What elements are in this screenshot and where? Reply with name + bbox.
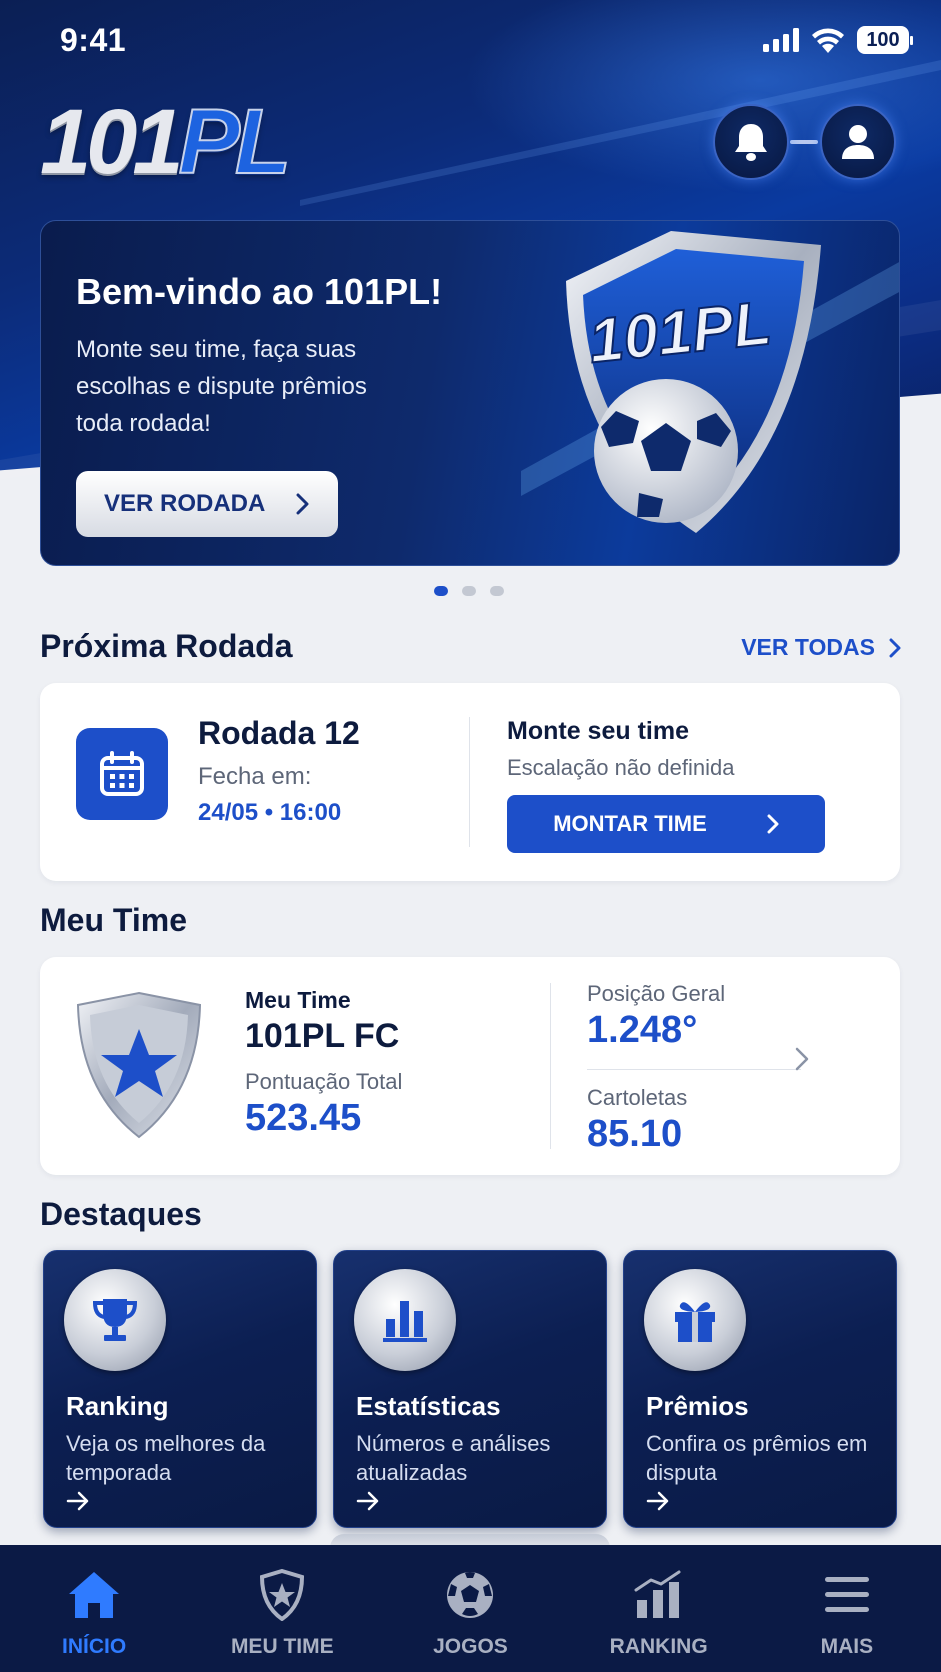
nav-item-ranking[interactable]: RANKING xyxy=(565,1545,753,1672)
team-name: 101PL FC xyxy=(245,1017,400,1055)
calendar-tile xyxy=(76,728,168,820)
nav-label: JOGOS xyxy=(433,1635,508,1658)
view-round-label: VER RODADA xyxy=(104,490,266,517)
banner-title: Bem-vindo ao 101PL! xyxy=(76,271,443,312)
carousel-dot-1[interactable] xyxy=(434,586,448,596)
nav-label: INÍCIO xyxy=(62,1635,127,1658)
my-team-title: Meu Time xyxy=(40,902,187,938)
coins-label: Cartoletas xyxy=(587,1085,688,1110)
coins-value: 85.10 xyxy=(587,1113,683,1155)
build-team-button[interactable]: MONTAR TIME xyxy=(507,795,825,853)
highlight-title: Estatísticas xyxy=(356,1391,501,1421)
bell-icon xyxy=(735,124,767,161)
carousel-dots[interactable] xyxy=(434,586,504,596)
lineup-status: Escalação não definida xyxy=(507,755,735,780)
notifications-button[interactable] xyxy=(713,104,789,180)
view-round-button[interactable]: VER RODADA xyxy=(76,471,338,537)
nav-label: RANKING xyxy=(609,1635,708,1658)
ranking-chart-icon xyxy=(631,1567,687,1623)
bottom-navigation: INÍCIO MEU TIME JOGOS RANKING MAIS xyxy=(0,1545,941,1672)
wifi-icon xyxy=(812,28,844,53)
status-bar: 9:41 100 xyxy=(0,0,941,84)
chevron-right-icon xyxy=(795,1047,809,1071)
total-points-label: Pontuação Total xyxy=(245,1069,403,1094)
highlight-icon-badge xyxy=(354,1269,456,1371)
my-team-card[interactable]: Meu Time 101PL FC Pontuação Total 523.45… xyxy=(40,957,900,1175)
team-shield-icon xyxy=(76,991,202,1139)
nav-item-games[interactable]: JOGOS xyxy=(376,1545,564,1672)
user-icon xyxy=(842,125,874,159)
highlight-description: Números e análises atualizadas xyxy=(356,1431,551,1485)
carousel-dot-3[interactable] xyxy=(490,586,504,596)
my-team-label: Meu Time xyxy=(245,987,351,1013)
arrow-right-icon xyxy=(356,1491,379,1511)
soccer-ball-icon xyxy=(442,1567,498,1623)
stats-divider xyxy=(587,1069,801,1070)
arrow-right-icon xyxy=(646,1491,669,1511)
welcome-banner[interactable]: Bem-vindo ao 101PL! Monte seu time, faça… xyxy=(40,220,900,566)
highlight-description: Veja os melhores da temporada xyxy=(66,1431,266,1485)
next-round-card: Rodada 12 Fecha em: 24/05 • 16:00 Monte … xyxy=(40,683,900,881)
round-closes-date: 24/05 • 16:00 xyxy=(198,799,342,826)
menu-icon xyxy=(819,1567,875,1623)
highlight-card-ranking[interactable]: Ranking Veja os melhores da temporada xyxy=(43,1250,317,1528)
highlight-icon-badge xyxy=(644,1269,746,1371)
nav-item-more[interactable]: MAIS xyxy=(753,1545,941,1672)
battery-indicator: 100 xyxy=(857,26,913,54)
overall-position-value: 1.248° xyxy=(587,1009,698,1051)
chevron-right-icon xyxy=(296,493,309,515)
nav-label: MEU TIME xyxy=(230,1635,334,1658)
card-divider xyxy=(469,717,470,847)
chevron-right-icon xyxy=(767,814,779,834)
round-closes-label: Fecha em: xyxy=(198,763,312,790)
highlight-title: Ranking xyxy=(66,1391,169,1421)
total-points-value: 523.45 xyxy=(245,1097,362,1139)
highlight-card-stats[interactable]: Estatísticas Números e análises atualiza… xyxy=(333,1250,607,1528)
highlight-title: Prêmios xyxy=(646,1391,749,1421)
signal-icon xyxy=(763,28,799,52)
chevron-right-icon xyxy=(889,638,901,657)
highlight-description: Confira os prêmios em disputa xyxy=(646,1431,868,1485)
nav-item-home[interactable]: INÍCIO xyxy=(0,1545,188,1672)
see-all-label: VER TODAS xyxy=(741,634,875,660)
profile-button[interactable] xyxy=(820,104,896,180)
carousel-dot-2[interactable] xyxy=(462,586,476,596)
next-round-title: Próxima Rodada xyxy=(40,628,293,664)
see-all-link[interactable]: VER TODAS xyxy=(741,634,901,661)
status-time: 9:41 xyxy=(60,22,127,58)
trophy-icon xyxy=(92,1299,138,1341)
logo-part-pl: PL xyxy=(178,91,293,193)
header-connector xyxy=(790,140,818,144)
calendar-icon xyxy=(100,751,144,796)
banner-shield-art: 101PL xyxy=(521,231,899,533)
gift-icon xyxy=(675,1302,715,1342)
build-team-label: MONTAR TIME xyxy=(553,811,707,836)
nav-item-my-team[interactable]: MEU TIME xyxy=(188,1545,376,1672)
arrow-right-icon xyxy=(66,1491,89,1511)
nav-label: MAIS xyxy=(820,1635,874,1658)
round-title: Rodada 12 xyxy=(198,715,360,751)
bar-chart-icon xyxy=(383,1301,427,1342)
highlights-title: Destaques xyxy=(40,1196,202,1232)
card-divider xyxy=(550,983,551,1149)
build-team-title: Monte seu time xyxy=(507,717,689,745)
highlight-card-prizes[interactable]: Prêmios Confira os prêmios em disputa xyxy=(623,1250,897,1528)
logo-part-101: 101 xyxy=(40,91,183,193)
banner-text: Monte seu time, faça suas escolhas e dis… xyxy=(76,336,367,437)
app-logo: 101PL xyxy=(40,95,292,189)
home-icon xyxy=(66,1567,122,1623)
overall-position-label: Posição Geral xyxy=(587,981,726,1006)
highlight-icon-badge xyxy=(64,1269,166,1371)
status-icons: 100 xyxy=(763,26,913,54)
shield-icon xyxy=(254,1567,310,1623)
